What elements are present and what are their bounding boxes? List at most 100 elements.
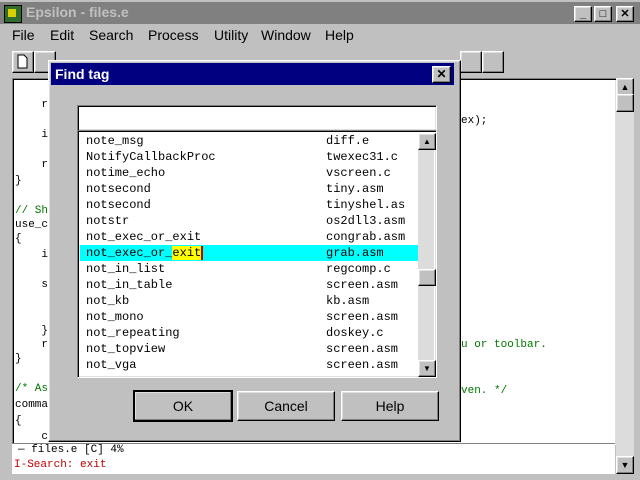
- tag-name: not_exec_or_exit: [86, 245, 204, 261]
- app-title: Epsilon - files.e: [26, 4, 129, 20]
- tag-file: tinyshel.as: [326, 198, 406, 212]
- list-item-selected[interactable]: not_exec_or_exit grab.asm: [80, 245, 418, 261]
- tag-name: not_vga: [86, 358, 137, 372]
- maximize-button[interactable]: □: [594, 6, 612, 22]
- tag-name: not_repeating: [86, 326, 180, 340]
- code-comment-line: // Sh: [15, 205, 49, 217]
- dialog-close-icon[interactable]: ✕: [432, 66, 451, 83]
- list-item[interactable]: not_mono screen.asm: [80, 309, 418, 325]
- code-line: s: [15, 279, 49, 291]
- ok-button[interactable]: OK: [133, 390, 233, 422]
- menu-window[interactable]: Window: [261, 27, 311, 43]
- tag-name: not_topview: [86, 342, 166, 356]
- tag-list[interactable]: note_msg diff.e NotifyCallbackProc twexe…: [77, 130, 437, 378]
- toolbar-button[interactable]: [460, 51, 482, 73]
- code-line: }: [15, 175, 22, 187]
- app-titlebar[interactable]: Epsilon - files.e _ □ ✕: [0, 2, 640, 24]
- tag-file: vscreen.c: [326, 166, 391, 180]
- mode-line-text: — files.e [C] 4%: [18, 444, 124, 456]
- list-item[interactable]: not_vga screen.asm: [80, 357, 418, 373]
- echo-area: I-Search: exit: [12, 457, 615, 474]
- tag-list-scrollbar[interactable]: ▲ ▼: [418, 133, 436, 377]
- scroll-down-icon[interactable]: ▼: [616, 456, 634, 474]
- tag-name: not_kb: [86, 294, 130, 308]
- tag-file: kb.asm: [326, 294, 370, 308]
- tag-file: grab.asm: [326, 246, 384, 260]
- list-item[interactable]: not_kb kb.asm: [80, 293, 418, 309]
- list-item[interactable]: not_in_list regcomp.c: [80, 261, 418, 277]
- new-file-icon[interactable]: [12, 51, 34, 73]
- scroll-up-icon[interactable]: ▲: [418, 133, 436, 150]
- menu-help[interactable]: Help: [325, 27, 354, 43]
- code-line: comma: [15, 399, 49, 411]
- tag-file: congrab.asm: [326, 230, 406, 244]
- tag-name: note_msg: [86, 134, 144, 148]
- tag-file: tiny.asm: [326, 182, 384, 196]
- menu-utility[interactable]: Utility: [214, 27, 248, 43]
- minimize-button[interactable]: _: [574, 6, 592, 22]
- code-line: use_c: [15, 219, 49, 231]
- isearch-prompt: I-Search: exit: [14, 459, 107, 471]
- code-line: {: [15, 415, 22, 427]
- tag-file: os2dll3.asm: [326, 214, 406, 228]
- menu-edit[interactable]: Edit: [50, 27, 74, 43]
- menu-process[interactable]: Process: [148, 27, 199, 43]
- list-item[interactable]: not_in_table screen.asm: [80, 277, 418, 293]
- tag-file: regcomp.c: [326, 262, 391, 276]
- list-item[interactable]: note_msg diff.e: [80, 133, 418, 149]
- scroll-thumb[interactable]: [616, 94, 634, 112]
- tag-name: NotifyCallbackProc: [86, 150, 216, 164]
- dialog-titlebar[interactable]: Find tag ✕: [51, 63, 454, 85]
- tag-name: notsecond: [86, 198, 151, 212]
- cancel-button[interactable]: Cancel: [237, 391, 335, 421]
- code-line: }: [15, 325, 49, 337]
- tag-name: notstr: [86, 214, 130, 228]
- tag-file: screen.asm: [326, 310, 399, 324]
- code-line: r: [15, 339, 49, 351]
- find-tag-dialog: Find tag ✕ note_msg diff.e NotifyCallbac…: [48, 60, 461, 442]
- menubar: File Edit Search Process Utility Window …: [0, 24, 640, 48]
- tag-search-input[interactable]: [77, 105, 437, 131]
- code-line: {: [15, 233, 22, 245]
- list-item[interactable]: not_topview screen.asm: [80, 341, 418, 357]
- list-item[interactable]: NotifyCallbackProc twexec31.c: [80, 149, 418, 165]
- list-item[interactable]: notime_echo vscreen.c: [80, 165, 418, 181]
- toolbar-button[interactable]: [482, 51, 504, 73]
- tag-file: screen.asm: [326, 358, 399, 372]
- code-line: r: [15, 159, 49, 171]
- list-item[interactable]: notsecond tiny.asm: [80, 181, 418, 197]
- code-line: i: [15, 249, 49, 261]
- tag-name: not_in_table: [86, 278, 173, 292]
- code-comment-line: /* As: [15, 383, 49, 395]
- tag-name: notime_echo: [86, 166, 166, 180]
- tag-name: notsecond: [86, 182, 151, 196]
- help-button[interactable]: Help: [341, 391, 439, 421]
- tag-name-prefix: not_exec_or_: [86, 246, 173, 260]
- list-item[interactable]: not_exec_or_exit congrab.asm: [80, 229, 418, 245]
- tag-file: diff.e: [326, 134, 370, 148]
- scroll-thumb[interactable]: [418, 269, 436, 286]
- menu-search[interactable]: Search: [89, 27, 133, 43]
- code-line: i: [15, 129, 49, 141]
- code-line: }: [15, 353, 22, 365]
- code-line: c: [15, 431, 49, 443]
- list-item[interactable]: notstr os2dll3.asm: [80, 213, 418, 229]
- list-item[interactable]: notsecond tinyshel.as: [80, 197, 418, 213]
- list-item[interactable]: not_repeating doskey.c: [80, 325, 418, 341]
- menu-file[interactable]: File: [12, 27, 35, 43]
- tag-file: screen.asm: [326, 342, 399, 356]
- tag-file: twexec31.c: [326, 150, 399, 164]
- app-icon[interactable]: [4, 5, 22, 23]
- close-button[interactable]: ✕: [616, 6, 634, 22]
- tag-name: not_mono: [86, 310, 144, 324]
- code-comment-fragment: u or toolbar.: [461, 339, 547, 351]
- tag-name: not_in_list: [86, 262, 166, 276]
- text-caret: [201, 245, 204, 260]
- code-line: r: [15, 99, 49, 111]
- tag-file: doskey.c: [326, 326, 384, 340]
- scroll-down-icon[interactable]: ▼: [418, 360, 436, 377]
- tag-name: not_exec_or_exit: [86, 230, 202, 244]
- mode-line: — files.e [C] 4%: [12, 443, 615, 458]
- code-fragment: ex);: [461, 115, 488, 127]
- editor-vertical-scrollbar[interactable]: ▲ ▼: [616, 78, 634, 474]
